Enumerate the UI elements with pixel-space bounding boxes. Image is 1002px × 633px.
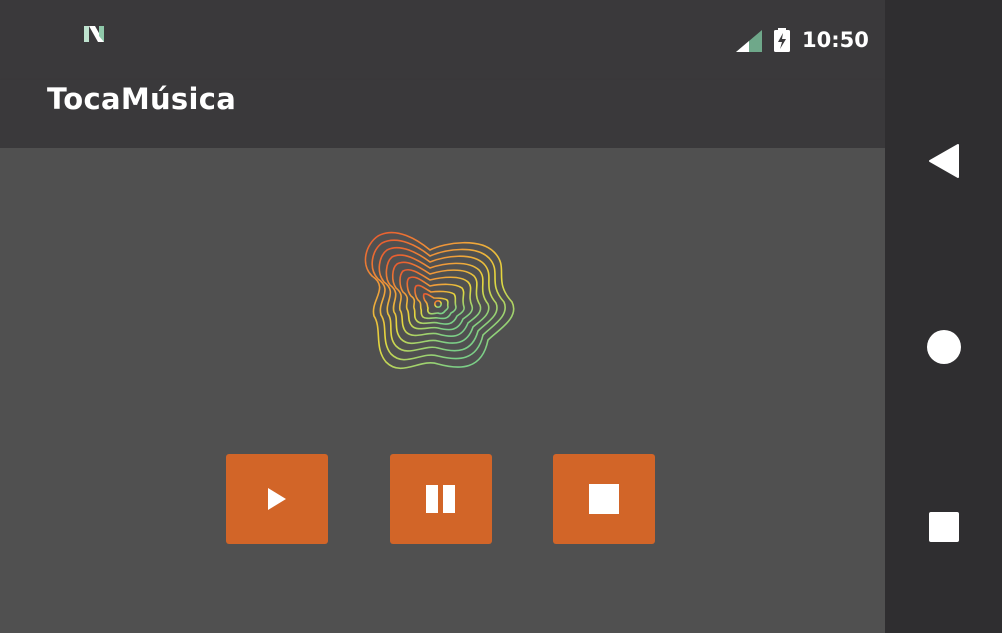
contour-blob-icon xyxy=(364,231,515,370)
navigation-bar xyxy=(885,0,1002,633)
device-screen: 10:50 TocaMúsica xyxy=(0,0,1002,633)
nav-home-button[interactable] xyxy=(885,302,1002,392)
stop-icon xyxy=(589,484,619,514)
recents-square-icon xyxy=(928,512,959,542)
status-clock: 10:50 xyxy=(802,28,869,52)
nav-recents-button[interactable] xyxy=(885,482,1002,572)
pause-icon xyxy=(426,485,455,513)
stop-button[interactable] xyxy=(553,454,655,544)
cell-signal-icon xyxy=(736,30,762,52)
pause-button[interactable] xyxy=(390,454,492,544)
app-bar: TocaMúsica xyxy=(0,80,885,148)
nav-back-button[interactable] xyxy=(885,116,1002,206)
home-circle-icon xyxy=(926,330,961,364)
play-button[interactable] xyxy=(226,454,328,544)
n-logo-icon xyxy=(84,26,104,42)
battery-charging-icon xyxy=(774,28,790,52)
status-bar: 10:50 xyxy=(0,0,885,80)
app-title: TocaMúsica xyxy=(47,82,237,116)
content-area xyxy=(0,148,885,633)
back-triangle-icon xyxy=(928,144,959,178)
play-icon xyxy=(268,488,286,510)
